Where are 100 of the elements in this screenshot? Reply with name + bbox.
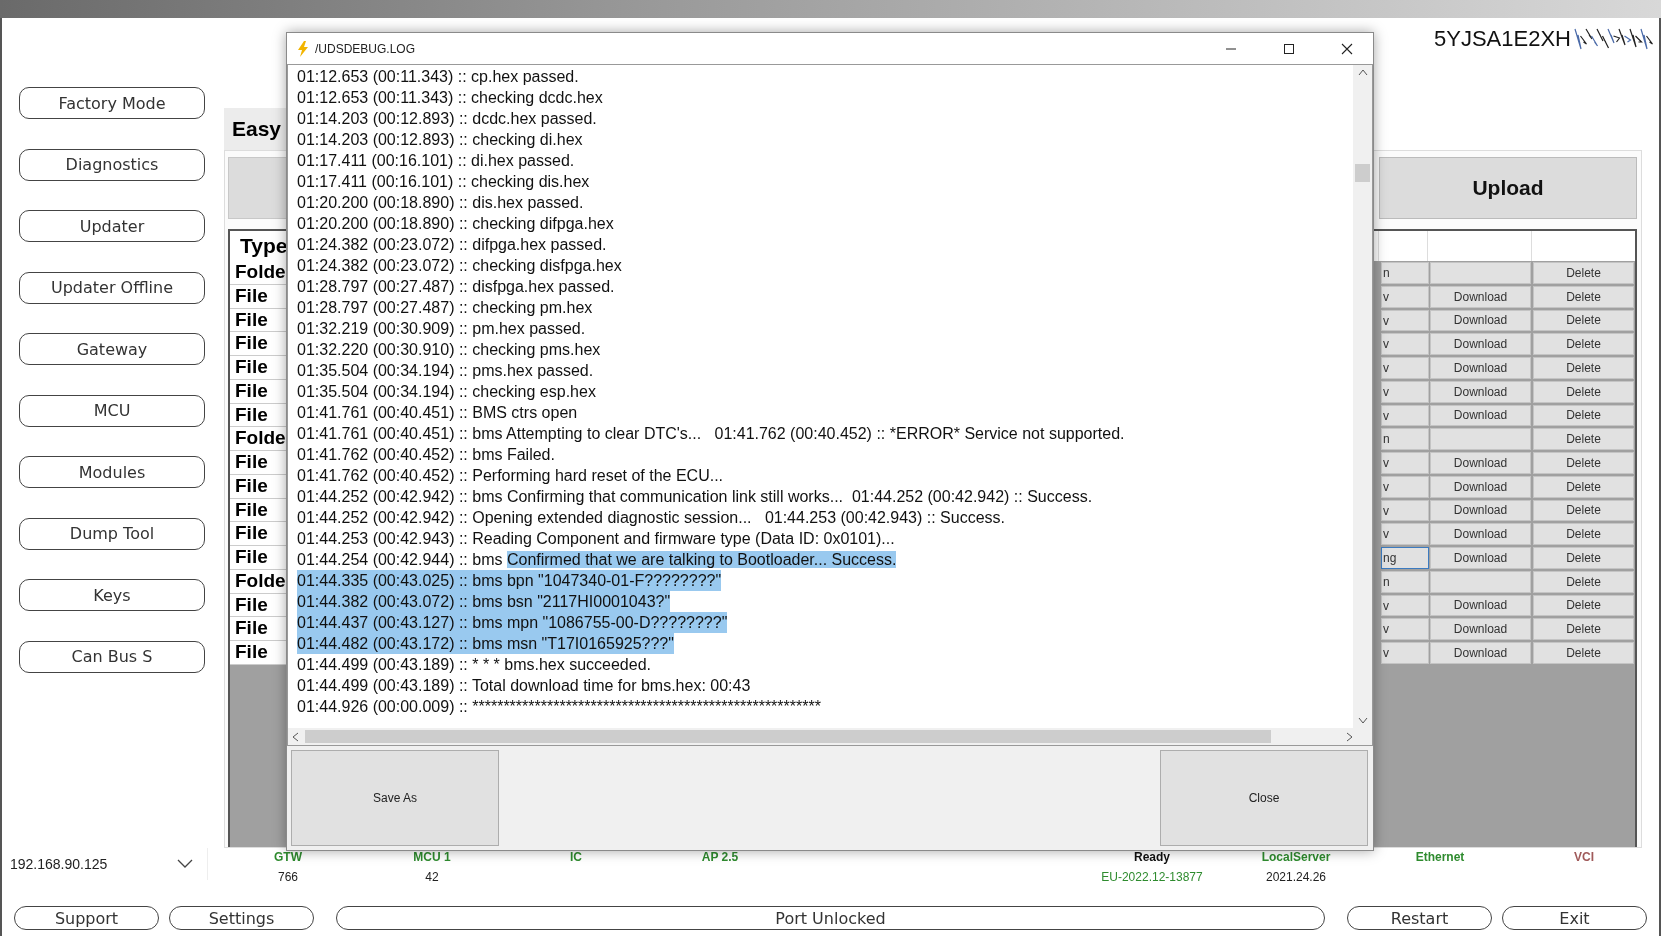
download-button[interactable] (1430, 570, 1531, 593)
delete-button[interactable]: Delete (1533, 570, 1634, 593)
scroll-thumb[interactable] (305, 730, 1271, 743)
footer-button[interactable]: Exit (1502, 906, 1647, 930)
footer-button[interactable]: Settings (169, 906, 314, 930)
vin-text: 5YJSA1E2XH (1434, 25, 1571, 53)
delete-button[interactable]: Delete (1533, 547, 1634, 569)
delete-button[interactable]: Delete (1533, 404, 1634, 427)
table-cell[interactable]: v (1381, 499, 1429, 522)
upload-button[interactable]: Upload (1379, 157, 1637, 219)
log-line: 01:44.499 (00:43.189) :: Total download time for bms.hex: 00:43 (297, 676, 752, 696)
table-cell[interactable]: v (1381, 357, 1429, 379)
delete-button[interactable]: Delete (1533, 262, 1634, 284)
table-cell[interactable]: v (1381, 594, 1429, 617)
sidebar-button[interactable]: Updater Offline (19, 271, 205, 304)
table-cell[interactable]: v (1381, 642, 1429, 664)
delete-button[interactable]: Delete (1533, 333, 1634, 355)
table-cell[interactable]: v (1381, 309, 1429, 332)
sidebar-button[interactable]: Can Bus S (19, 640, 205, 673)
status-label: GTW (274, 850, 302, 864)
sidebar-button[interactable]: Diagnostics (19, 148, 205, 181)
close-button[interactable]: Close (1160, 750, 1368, 846)
footer-button[interactable]: Restart (1347, 906, 1492, 930)
scroll-left-icon (292, 731, 299, 742)
toolbar-button[interactable] (228, 157, 288, 219)
log-line: 01:24.382 (00:23.072) :: checking disfpga.hex (297, 256, 623, 276)
download-button[interactable]: Download (1430, 380, 1531, 403)
vertical-scrollbar[interactable] (1353, 65, 1372, 728)
table-cell: File (230, 546, 288, 570)
log-line: 01:20.200 (00:18.890) :: checking difpga.hex (297, 214, 615, 234)
sidebar-button[interactable]: Dump Tool (19, 517, 205, 550)
download-button[interactable]: Download (1430, 642, 1531, 664)
table-cell[interactable]: v (1381, 523, 1429, 545)
delete-button[interactable]: Delete (1533, 499, 1634, 522)
log-line: 01:17.411 (00:16.101) :: checking dis.hex (297, 172, 591, 192)
chevron-down-icon (177, 859, 193, 869)
download-button[interactable]: Download (1430, 475, 1531, 498)
sidebar-button[interactable]: Keys (19, 579, 205, 611)
status-label: LocalServer (1261, 850, 1331, 864)
tab[interactable]: Easy (224, 108, 287, 150)
scroll-down-icon (1357, 717, 1368, 724)
sidebar-button[interactable]: Modules (19, 456, 205, 488)
delete-button[interactable]: Delete (1533, 428, 1634, 450)
save-as-button[interactable]: Save As (291, 750, 499, 846)
download-button[interactable]: Download (1430, 618, 1531, 640)
download-button[interactable]: Download (1430, 523, 1531, 545)
delete-button[interactable]: Delete (1533, 309, 1634, 332)
log-line: 01:12.653 (00:11.343) :: cp.hex passed. (297, 67, 580, 87)
status-label: AP 2.5 (701, 850, 739, 864)
table-cell[interactable]: ng (1381, 547, 1429, 569)
table-cell: Folde (230, 427, 288, 451)
download-button[interactable] (1430, 428, 1531, 450)
log-line: 01:32.220 (00:30.910) :: checking pms.hex (297, 340, 602, 360)
delete-button[interactable]: Delete (1533, 475, 1634, 498)
download-button[interactable] (1430, 262, 1531, 284)
delete-button[interactable]: Delete (1533, 618, 1634, 640)
footer-button[interactable]: Port Unlocked (336, 906, 1325, 930)
table-cell[interactable]: v (1381, 618, 1429, 640)
log-line: 01:32.219 (00:30.909) :: pm.hex passed. (297, 319, 587, 339)
delete-button[interactable]: Delete (1533, 594, 1634, 617)
status-label: IC (570, 850, 582, 864)
table-cell: File (230, 356, 288, 380)
download-button[interactable]: Download (1430, 285, 1531, 308)
delete-button[interactable]: Delete (1533, 523, 1634, 545)
download-button[interactable]: Download (1430, 547, 1531, 569)
log-line: 01:28.797 (00:27.487) :: checking pm.hex (297, 298, 594, 318)
footer-button[interactable]: Support (14, 906, 159, 930)
table-cell[interactable]: v (1381, 285, 1429, 308)
sidebar-button[interactable]: Gateway (19, 333, 205, 365)
table-cell[interactable]: n (1381, 262, 1429, 284)
delete-button[interactable]: Delete (1533, 642, 1634, 664)
maximize-icon (1283, 42, 1295, 55)
table-cell[interactable]: n (1381, 428, 1429, 450)
delete-button[interactable]: Delete (1533, 357, 1634, 379)
table-cell[interactable]: n (1381, 570, 1429, 593)
status-value: 2021.24.26 (1265, 870, 1327, 884)
scroll-thumb[interactable] (1355, 164, 1370, 182)
sidebar-button[interactable]: Updater (19, 210, 205, 242)
table-cell[interactable]: v (1381, 452, 1429, 474)
log-line: 01:41.761 (00:40.451) :: BMS ctrs open (297, 403, 579, 423)
table-cell[interactable]: v (1381, 404, 1429, 427)
download-button[interactable]: Download (1430, 357, 1531, 379)
sidebar-button[interactable]: MCU (19, 394, 205, 427)
delete-button[interactable]: Delete (1533, 380, 1634, 403)
table-cell[interactable]: v (1381, 475, 1429, 498)
download-button[interactable]: Download (1430, 594, 1531, 617)
download-button[interactable]: Download (1430, 452, 1531, 474)
table-cell[interactable]: v (1381, 333, 1429, 355)
log-line: 01:44.254 (00:42.944) :: bms Confirmed that we are talking to Bootloader... Success. (297, 550, 898, 570)
status-label: MCU 1 (413, 850, 451, 864)
download-button[interactable]: Download (1430, 333, 1531, 355)
download-button[interactable]: Download (1430, 404, 1531, 427)
sidebar-button[interactable]: Factory Mode (19, 87, 205, 119)
download-button[interactable]: Download (1430, 499, 1531, 522)
status-value: 42 (425, 870, 439, 884)
delete-button[interactable]: Delete (1533, 452, 1634, 474)
delete-button[interactable]: Delete (1533, 285, 1634, 308)
download-button[interactable]: Download (1430, 309, 1531, 332)
table-cell[interactable]: v (1381, 380, 1429, 403)
horizontal-scrollbar[interactable] (288, 728, 1372, 745)
